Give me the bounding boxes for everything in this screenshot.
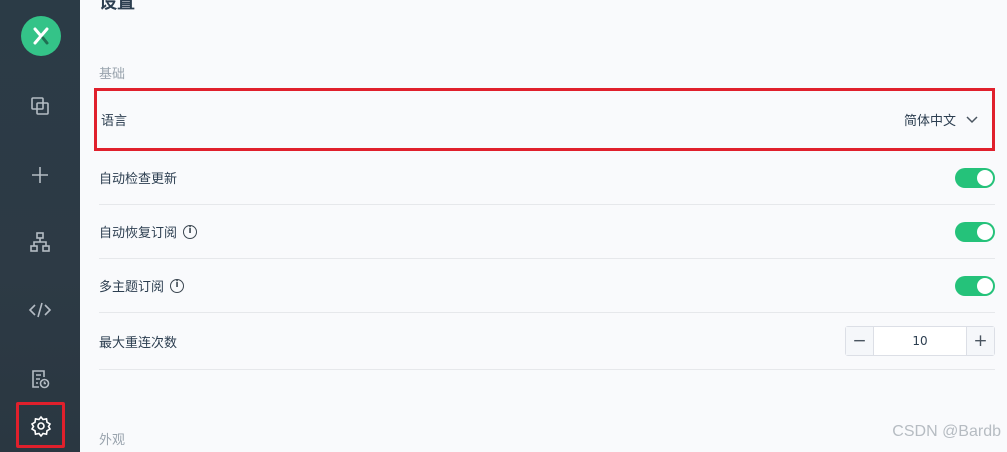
multi-topic-row: 多主题订阅 i — [99, 259, 995, 313]
language-row: 语言 简体中文 — [94, 88, 995, 151]
settings-nav-highlight — [16, 402, 65, 448]
auto-resub-label: 自动恢复订阅 — [99, 226, 178, 241]
section-label-basic: 基础 — [99, 67, 126, 82]
connections-icon[interactable] — [20, 86, 60, 126]
chevron-down-icon — [966, 115, 978, 123]
sidebar — [0, 0, 80, 452]
page-title: 设置 — [99, 0, 135, 13]
max-reconnect-value[interactable]: 10 — [874, 334, 966, 348]
language-select[interactable]: 简体中文 — [904, 110, 978, 129]
info-icon[interactable]: i — [170, 278, 185, 293]
auto-check-update-label: 自动检查更新 — [99, 172, 178, 187]
topology-icon[interactable] — [20, 222, 60, 262]
info-icon[interactable]: i — [183, 224, 198, 239]
auto-check-update-row: 自动检查更新 — [99, 151, 995, 205]
code-script-icon[interactable] — [20, 290, 60, 330]
language-select-value: 简体中文 — [903, 114, 956, 129]
max-reconnect-stepper: − 10 + — [845, 326, 995, 356]
max-reconnect-label: 最大重连次数 — [99, 335, 178, 351]
max-reconnect-row: 最大重连次数 − 10 + — [99, 313, 995, 370]
settings-gear-icon[interactable] — [21, 406, 61, 446]
increment-button[interactable]: + — [966, 327, 994, 355]
plus-icon[interactable] — [20, 155, 60, 195]
language-label: 语言 — [101, 114, 128, 129]
auto-check-update-toggle[interactable] — [955, 167, 995, 188]
multi-topic-label: 多主题订阅 — [99, 280, 165, 295]
auto-resub-row: 自动恢复订阅 i — [99, 205, 995, 259]
section-label-appearance: 外观 — [99, 433, 126, 448]
app-logo-icon[interactable] — [21, 16, 61, 56]
watermark: CSDN @Bardb — [892, 423, 1001, 440]
log-icon[interactable] — [20, 359, 60, 399]
auto-resub-label-group: 自动恢复订阅 i — [99, 222, 198, 241]
multi-topic-label-group: 多主题订阅 i — [99, 276, 185, 295]
multi-topic-toggle[interactable] — [955, 275, 995, 296]
settings-main: 设置 基础 语言 简体中文 自动检查更新 自动恢复订阅 i 多主题订阅 i 最大… — [80, 0, 1007, 452]
auto-resub-toggle[interactable] — [955, 221, 995, 242]
decrement-button[interactable]: − — [846, 327, 874, 355]
